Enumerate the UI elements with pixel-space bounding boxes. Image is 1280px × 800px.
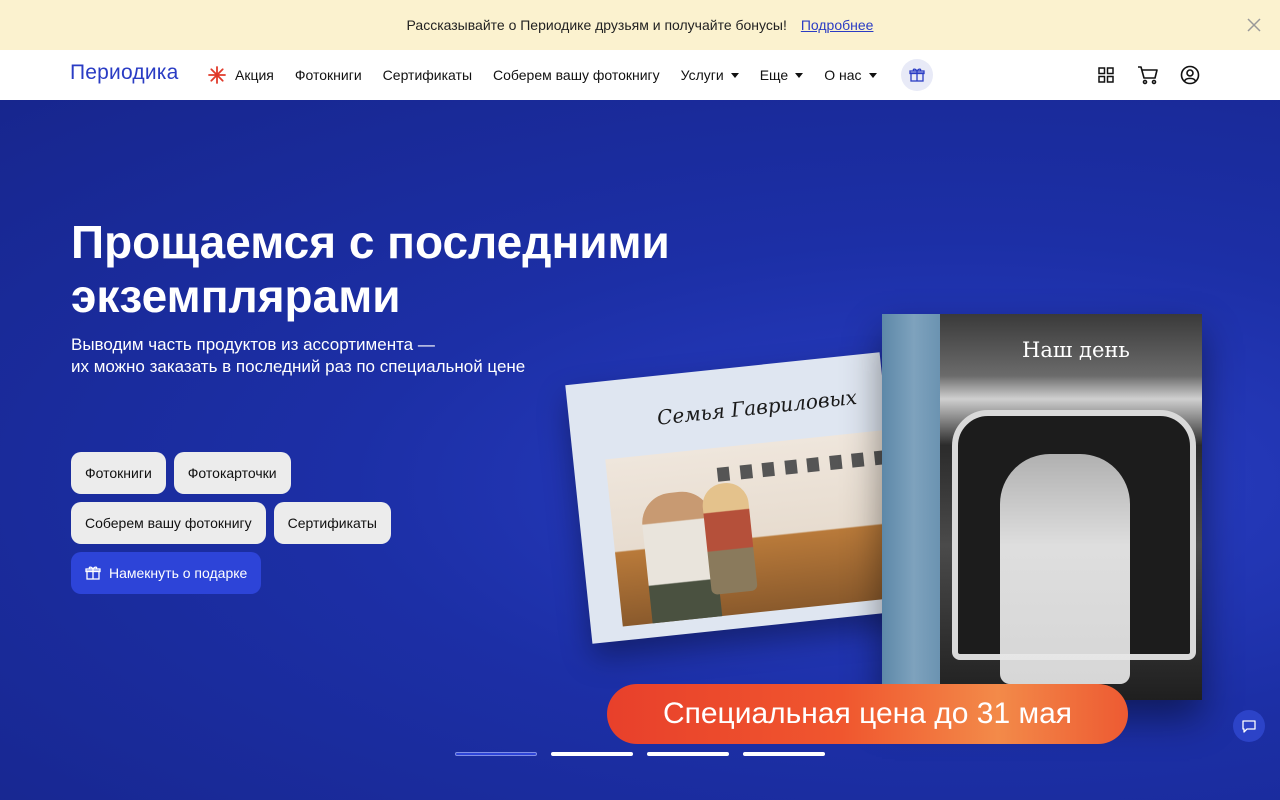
account-button[interactable]	[1178, 63, 1202, 87]
chip-photocards[interactable]: Фотокарточки	[173, 452, 291, 494]
gift-button[interactable]	[900, 59, 933, 91]
nav-item-label: О нас	[824, 67, 862, 83]
nav-item-certificates[interactable]: Сертификаты	[383, 67, 472, 83]
nav-item-photobooks[interactable]: Фотокниги	[295, 67, 362, 83]
hero-banner: Прощаемся с последними экземплярами Выво…	[0, 100, 1280, 800]
promo-bar: Рассказывайте о Периодике друзьям и полу…	[0, 0, 1280, 50]
catalog-button[interactable]	[1094, 63, 1118, 87]
hero-subtitle: Выводим часть продуктов из ассортимента …	[71, 334, 591, 378]
nav-item-label: Акция	[235, 67, 274, 83]
grid-icon	[1098, 67, 1114, 83]
nav-item-label: Еще	[759, 67, 789, 83]
special-price-banner: Специальная цена до 31 мая	[607, 684, 1128, 744]
chip-certificates[interactable]: Сертификаты	[273, 502, 391, 544]
book-spine	[882, 314, 940, 700]
star-icon	[208, 66, 226, 84]
nav-item-assemble[interactable]: Соберем вашу фотокнигу	[493, 67, 660, 83]
cart-icon	[1138, 66, 1158, 85]
header-icons	[1076, 63, 1202, 87]
chat-icon	[1242, 720, 1256, 733]
site-header: Периодика Акция Фотокниги Сертификаты Со…	[0, 50, 1280, 100]
photobook-family: Семья Гавриловых	[565, 352, 907, 644]
nav-item-label: Услуги	[680, 67, 724, 83]
nav-item-label: Фотокниги	[294, 67, 362, 83]
hero-subtitle-line: Выводим часть продуктов из ассортимента …	[71, 335, 435, 354]
carousel-dot-1[interactable]	[455, 752, 537, 756]
book-signature: Семья Гавриловых	[655, 384, 859, 430]
nav-item-label: Соберем вашу фотокнигу	[493, 67, 660, 83]
book-photo	[605, 429, 906, 627]
carousel-dot-3[interactable]	[647, 752, 729, 756]
promo-text: Рассказывайте о Периодике друзьям и полу…	[406, 17, 787, 33]
logo[interactable]: Периодика	[70, 61, 179, 85]
carousel-dot-4[interactable]	[743, 752, 825, 756]
close-icon[interactable]	[1244, 15, 1264, 35]
chip-photobooks[interactable]: Фотокниги	[71, 452, 166, 494]
book-cover: Наш день	[940, 314, 1202, 700]
promo-more-link[interactable]: Подробнее	[801, 17, 874, 33]
nav-item-promo[interactable]: Акция	[208, 66, 274, 84]
hero-title: Прощаемся с последними экземплярами	[71, 216, 670, 322]
chevron-down-icon	[730, 72, 739, 78]
chevron-down-icon	[868, 72, 877, 78]
user-icon	[1180, 65, 1200, 85]
gift-icon	[908, 68, 925, 82]
photo-garland	[716, 450, 888, 488]
main-nav: Акция Фотокниги Сертификаты Соберем вашу…	[208, 50, 933, 100]
nav-item-more[interactable]: Еще	[760, 67, 804, 83]
carousel-dot-2[interactable]	[551, 752, 633, 756]
book-title: Наш день	[1022, 338, 1130, 362]
gift-icon	[85, 566, 101, 580]
photobook-our-day: Наш день	[882, 314, 1202, 700]
nav-item-label: Сертификаты	[382, 67, 473, 83]
chat-button[interactable]	[1233, 710, 1265, 742]
nav-item-services[interactable]: Услуги	[681, 67, 739, 83]
hero-subtitle-line: их можно заказать в последний раз по спе…	[71, 357, 526, 376]
chevron-down-icon	[795, 72, 804, 78]
nav-item-about[interactable]: О нас	[824, 67, 877, 83]
hint-gift-label: Намекнуть о подарке	[109, 565, 248, 581]
cover-couple-photo	[1000, 454, 1130, 684]
carousel-dots	[455, 752, 839, 756]
category-chips: Фотокниги Фотокарточки Соберем вашу фото…	[71, 452, 491, 602]
hint-gift-button[interactable]: Намекнуть о подарке	[71, 552, 262, 594]
cart-button[interactable]	[1136, 63, 1160, 87]
chip-assemble[interactable]: Соберем вашу фотокнигу	[71, 502, 266, 544]
